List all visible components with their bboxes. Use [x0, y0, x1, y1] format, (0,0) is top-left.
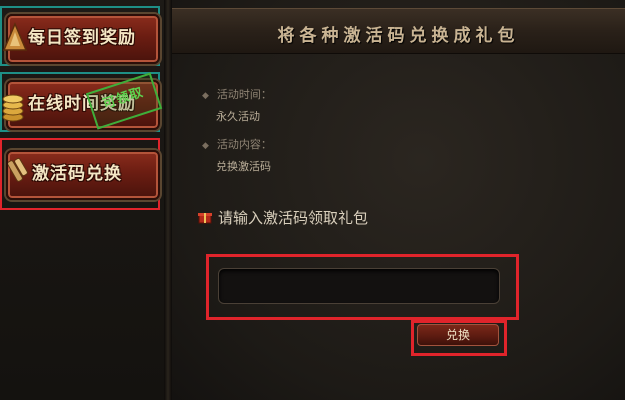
activity-time-row: ◆ 活动时间： — [202, 86, 272, 102]
gift-icon — [198, 213, 212, 224]
activity-content-value: 兑换激活码 — [216, 160, 271, 173]
sidebar-item-label: 激活码兑换 — [32, 164, 122, 184]
activity-content-label: 活动内容： — [216, 138, 272, 151]
diamond-bullet-icon: ◆ — [202, 141, 209, 151]
activity-content-row: ◆ 活动内容： — [202, 136, 272, 152]
key-scroll-icon — [8, 157, 28, 182]
gold-coins-icon — [2, 94, 24, 122]
activation-code-input[interactable] — [218, 268, 500, 304]
title-bar: 将各种激活码兑换成礼包 — [172, 8, 625, 54]
sidebar-item-label: 每日签到奖励 — [28, 28, 136, 48]
activity-time-label: 活动时间： — [216, 88, 272, 101]
sidebar-item-online-time[interactable]: 在线时间奖励 可领取 — [0, 72, 163, 132]
redeem-prompt: 请输入激活码领取礼包 — [218, 209, 369, 227]
diamond-bullet-icon: ◆ — [202, 91, 209, 101]
activity-time-value: 永久活动 — [216, 110, 260, 123]
redeem-button[interactable]: 兑换 — [417, 324, 499, 346]
page-title: 将各种激活码兑换成礼包 — [277, 26, 520, 46]
sidebar-item-code-redeem[interactable]: 激活码兑换 — [0, 138, 160, 210]
sidebar-divider — [164, 0, 172, 400]
reward-sidebar: 每日签到奖励 在线时间奖励 可领取 激活码兑换 — [0, 0, 166, 400]
sidebar-item-daily-sign-in[interactable]: 每日签到奖励 — [0, 6, 160, 66]
sign-in-scroll-icon — [2, 22, 28, 51]
main-panel: 将各种激活码兑换成礼包 ◆ 活动时间： 永久活动 ◆ 活动内容： 兑换激活码 请输入… — [172, 0, 625, 400]
